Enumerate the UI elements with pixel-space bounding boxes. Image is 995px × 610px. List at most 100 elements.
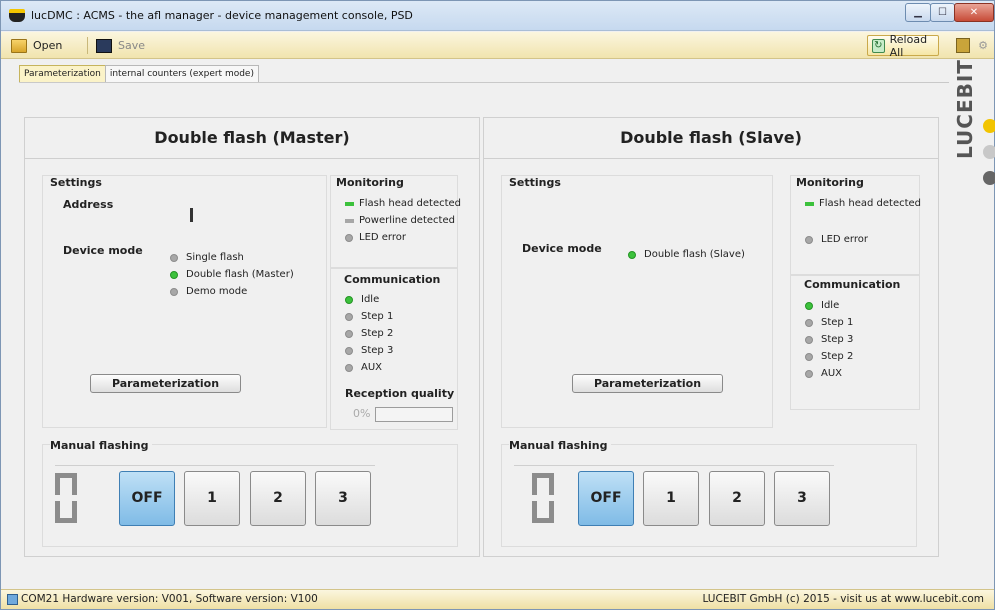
status-left: COM21 Hardware version: V001, Software v… <box>7 593 318 605</box>
tab-internal-counters[interactable]: internal counters (expert mode) <box>104 65 259 83</box>
comm-led-step2 <box>345 330 353 338</box>
comm-led-step2 <box>805 353 813 361</box>
powerline-detected-label: Powerline detected <box>359 215 455 226</box>
mode-led-demo <box>170 288 178 296</box>
slave-monitoring-box: Monitoring Flash head detected LED error <box>790 175 922 275</box>
flash-head-detected-label: Flash head detected <box>819 198 922 209</box>
comm-step1: Step 1 <box>821 317 854 328</box>
comm-idle: Idle <box>821 300 840 311</box>
flash-3-button[interactable]: 3 <box>774 471 830 526</box>
master-parameterization-button[interactable]: Parameterization <box>90 374 241 393</box>
status-left-text: COM21 Hardware version: V001, Software v… <box>21 593 318 605</box>
panel-divider <box>484 158 938 159</box>
slave-parameterization-button[interactable]: Parameterization <box>572 374 723 393</box>
logo-dot-dark <box>983 171 995 185</box>
flash-head-indicator <box>805 202 814 206</box>
slave-title: Double flash (Slave) <box>620 128 802 147</box>
powerline-indicator <box>345 219 354 223</box>
comm-idle: Idle <box>361 294 380 305</box>
status-bar: COM21 Hardware version: V001, Software v… <box>1 589 994 609</box>
comm-aux: AUX <box>821 368 843 379</box>
flash-head-detected-label: Flash head detected <box>359 198 462 209</box>
led-error-label: LED error <box>821 234 868 245</box>
mode-double-flash-master[interactable]: Double flash (Master) <box>186 269 294 280</box>
master-settings-box: Settings Address Device mode Single flas… <box>42 175 327 428</box>
reception-quality-value: 0% <box>353 407 371 420</box>
comm-step2: Step 2 <box>821 351 854 362</box>
panel-divider <box>25 158 479 159</box>
reload-all-button[interactable]: ↻ Reload All <box>867 32 939 59</box>
mode-single-flash[interactable]: Single flash <box>186 252 244 263</box>
slave-settings-box: Settings Device mode Double flash (Slave… <box>501 175 773 428</box>
close-button[interactable]: ✕ <box>954 3 994 22</box>
open-label: Open <box>33 39 63 52</box>
comm-led-idle <box>345 296 353 304</box>
flash-off-button[interactable]: OFF <box>578 471 634 526</box>
slave-manual-flashing-box: Manual flashing OFF 1 2 3 <box>501 439 917 547</box>
lucebit-logo: LUCEBIT <box>951 59 995 203</box>
device-mode-label: Device mode <box>522 242 602 255</box>
manual-divider <box>55 465 375 466</box>
comm-step3: Step 3 <box>361 345 394 356</box>
flash-off-button[interactable]: OFF <box>119 471 175 526</box>
flash-2-button[interactable]: 2 <box>250 471 306 526</box>
maximize-button[interactable]: ☐ <box>930 3 955 22</box>
mode-led-double-flash <box>170 271 178 279</box>
comm-step1: Step 1 <box>361 311 394 322</box>
manual-divider <box>514 465 834 466</box>
comm-led-step3 <box>345 347 353 355</box>
communication-title: Communication <box>804 278 901 291</box>
app-icon <box>9 9 25 22</box>
address-digit-display <box>190 208 193 222</box>
manual-flashing-title: Manual flashing <box>509 439 612 452</box>
gear-icon[interactable]: ⚙ <box>976 38 990 53</box>
comm-led-step1 <box>345 313 353 321</box>
flash-1-button[interactable]: 1 <box>184 471 240 526</box>
comm-led-idle <box>805 302 813 310</box>
comm-step3: Step 3 <box>821 334 854 345</box>
comm-led-aux <box>805 370 813 378</box>
folder-open-icon <box>11 38 27 53</box>
mode-demo[interactable]: Demo mode <box>186 286 247 297</box>
comm-led-step3 <box>805 336 813 344</box>
device-icon[interactable] <box>956 38 970 53</box>
reload-label: Reload All <box>889 32 928 59</box>
flash-digit-display <box>55 473 77 523</box>
toolbar-separator <box>87 37 88 54</box>
title-bar: lucDMC : ACMS - the afl manager - device… <box>1 1 994 31</box>
save-button[interactable]: Save <box>96 36 145 55</box>
mode-led-single-flash <box>170 254 178 262</box>
master-monitoring-box: Monitoring Flash head detected Powerline… <box>330 175 462 268</box>
tab-parameterization[interactable]: Parameterization <box>19 65 106 83</box>
mode-led-double-flash-slave <box>628 251 636 259</box>
status-right-text: LUCEBIT GmbH (c) 2015 - visit us at www.… <box>702 593 984 605</box>
led-error-label: LED error <box>359 232 406 243</box>
window-title: lucDMC : ACMS - the afl manager - device… <box>31 9 413 22</box>
flash-head-indicator <box>345 202 354 206</box>
reception-quality-title: Reception quality <box>345 387 455 400</box>
flash-3-button[interactable]: 3 <box>315 471 371 526</box>
settings-title: Settings <box>50 176 102 189</box>
monitoring-title: Monitoring <box>336 176 404 189</box>
address-label: Address <box>63 198 114 211</box>
master-title: Double flash (Master) <box>154 128 350 147</box>
slave-panel: Double flash (Slave) Settings Device mod… <box>483 117 939 557</box>
master-panel: Double flash (Master) Settings Address D… <box>24 117 480 557</box>
comm-step2: Step 2 <box>361 328 394 339</box>
flash-2-button[interactable]: 2 <box>709 471 765 526</box>
mode-double-flash-slave[interactable]: Double flash (Slave) <box>644 249 745 260</box>
comm-led-aux <box>345 364 353 372</box>
flash-1-button[interactable]: 1 <box>643 471 699 526</box>
minimize-button[interactable]: ▁ <box>905 3 931 22</box>
manual-flashing-title: Manual flashing <box>50 439 153 452</box>
led-error-indicator <box>345 234 353 242</box>
comm-aux: AUX <box>361 362 383 373</box>
logo-dot-yellow <box>983 119 995 133</box>
com-port-icon <box>7 593 18 605</box>
monitoring-title: Monitoring <box>796 176 864 189</box>
open-button[interactable]: Open <box>11 36 62 55</box>
reception-quality-bar <box>375 407 453 422</box>
master-communication-box: Communication Idle Step 1 Step 2 Step 3 … <box>330 268 458 430</box>
led-error-indicator <box>805 236 813 244</box>
master-manual-flashing-box: Manual flashing OFF 1 2 3 <box>42 439 458 547</box>
